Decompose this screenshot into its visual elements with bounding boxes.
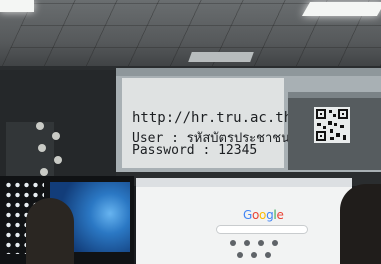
projected-login-slide: http://hr.tru.ac.th User : รหัสบัตรประชา… (122, 78, 292, 168)
projected-url: http://hr.tru.ac.th (132, 110, 293, 126)
projected-browser-tabs (116, 68, 381, 76)
shortcut-icon[interactable] (244, 240, 250, 246)
logo-letter: o (259, 208, 267, 222)
logo-letter: e (276, 208, 284, 222)
ceiling-light (0, 0, 34, 12)
projected-qr-panel (288, 92, 381, 170)
person-silhouette (26, 198, 74, 264)
shortcut-icon[interactable] (265, 252, 271, 258)
projection-screen: http://hr.tru.ac.th User : รหัสบัตรประชา… (116, 68, 381, 172)
ceiling-light (301, 2, 381, 16)
shortcut-icon[interactable] (251, 252, 257, 258)
wall-decoration (36, 122, 62, 176)
qr-code-icon (314, 107, 350, 143)
person-silhouette (340, 184, 381, 264)
browser-toolbar (136, 178, 352, 187)
shortcut-icon[interactable] (230, 240, 236, 246)
projected-password-line: Password : 12345 (132, 143, 258, 158)
logo-letter: G (243, 208, 252, 222)
classroom-photo: http://hr.tru.ac.th User : รหัสบัตรประชา… (0, 0, 381, 264)
ceiling-vent (188, 52, 254, 62)
browser-monitor: G o o g l e (136, 178, 352, 264)
projected-panel-toolbar (288, 92, 381, 98)
logo-letter: g (266, 208, 274, 222)
shortcut-icon[interactable] (258, 240, 264, 246)
google-logo: G o o g l e (243, 208, 284, 222)
shortcut-icon[interactable] (272, 240, 278, 246)
logo-letter: o (252, 208, 260, 222)
search-input[interactable] (216, 225, 308, 234)
shortcut-icon[interactable] (237, 252, 243, 258)
